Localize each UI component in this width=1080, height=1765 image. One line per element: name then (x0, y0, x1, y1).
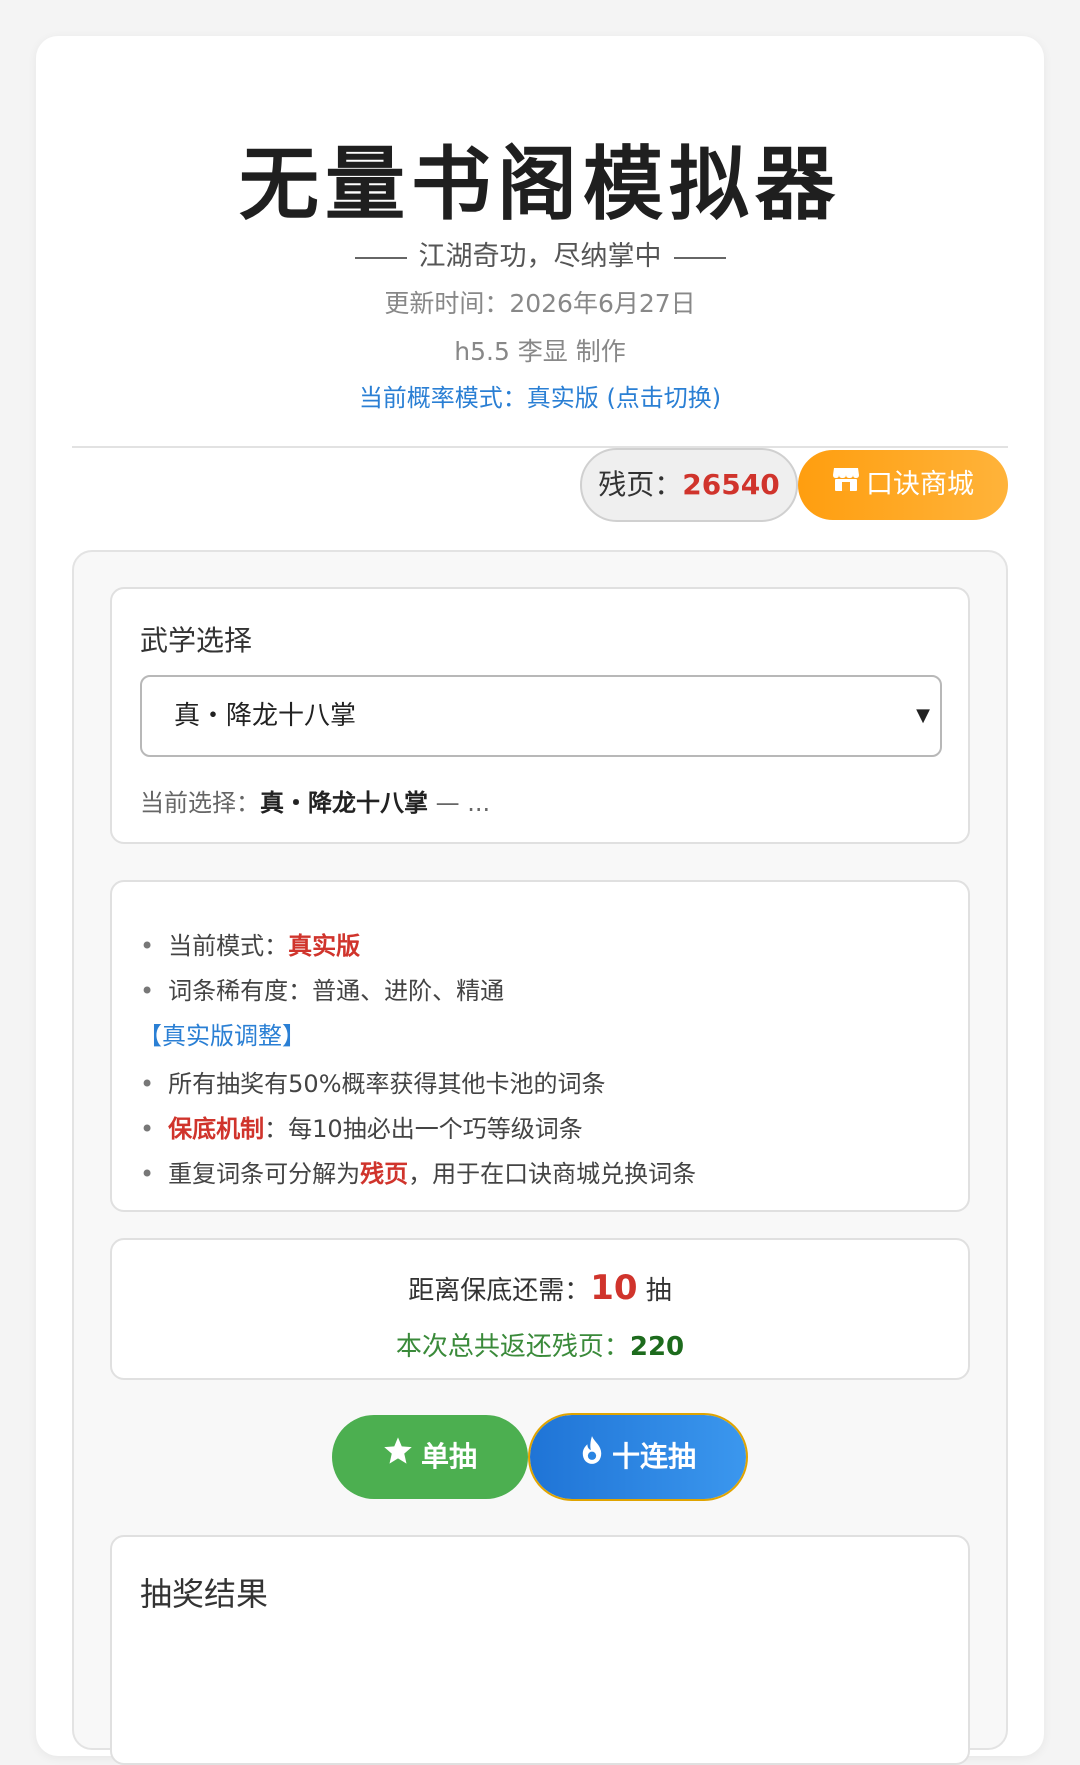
fire-icon (580, 1414, 604, 1498)
pity-label: 距离保底还需： (408, 1276, 591, 1306)
current-selection-label: 当前选择： (140, 789, 260, 817)
info-rarity-text: 词条稀有度：普通、进阶、精通 (168, 977, 505, 1005)
info-mode-value: 真实版 (288, 932, 361, 960)
info-rule3-pre: 重复词条可分解为 (168, 1160, 361, 1188)
header-divider (72, 446, 1008, 448)
refund-summary: 本次总共返还残页：220 (112, 1326, 968, 1363)
results-card: 抽奖结果 (110, 1535, 970, 1765)
subtitle-text: 江湖奇功，尽纳掌中 (418, 241, 662, 272)
bullet-icon: • (140, 932, 155, 960)
pity-count: 10 (590, 1268, 638, 1308)
info-mode-label: 当前模式： (168, 932, 289, 960)
fragments-label: 残页： (598, 468, 683, 501)
ten-draw-button[interactable]: 十连抽 (528, 1413, 748, 1501)
info-rule2-row: • 保底机制：每10抽必出一个巧等级词条 (140, 1109, 583, 1144)
current-selection: 当前选择：真・降龙十八掌 — ... (140, 783, 490, 818)
refund-label: 本次总共返还残页： (395, 1332, 630, 1362)
results-title: 抽奖结果 (140, 1575, 269, 1613)
fragments-value: 26540 (682, 468, 780, 501)
info-mode-row: • 当前模式：真实版 (140, 926, 360, 961)
info-rarity-row: • 词条稀有度：普通、进阶、精通 (140, 971, 504, 1006)
martial-select-card: 武学选择 真・降龙十八掌 ▼ 当前选择：真・降龙十八掌 — ... (110, 587, 970, 844)
info-rule2-text: ：每10抽必出一个巧等级词条 (264, 1115, 583, 1143)
shop-button[interactable]: 口诀商城 (798, 450, 1008, 520)
bullet-icon: • (140, 1160, 155, 1188)
shop-label: 口诀商城 (866, 469, 974, 500)
ten-draw-label: 十连抽 (611, 1440, 696, 1473)
current-selection-suffix: — ... (428, 789, 491, 817)
fragments-badge: 残页：26540 (580, 448, 798, 522)
info-rule2-bold: 保底机制 (168, 1115, 265, 1143)
pity-card: 距离保底还需：10 抽 本次总共返还残页：220 (110, 1238, 970, 1380)
info-rule1-row: • 所有抽奖有50%概率获得其他卡池的词条 (140, 1064, 606, 1099)
info-rule3-row: • 重复词条可分解为残页，用于在口诀商城兑换词条 (140, 1154, 696, 1189)
page-title: 无量书阁模拟器 (239, 138, 841, 231)
info-rule3-bold: 残页 (360, 1160, 409, 1188)
info-card: • 当前模式：真实版 • 词条稀有度：普通、进阶、精通 【真实版调整】 • 所有抽奖有… (110, 880, 970, 1212)
author-credit: h5.5 李显 制作 (454, 337, 626, 366)
store-icon (832, 449, 860, 519)
bullet-icon: • (140, 977, 155, 1005)
martial-select-value: 真・降龙十八掌 (174, 701, 357, 731)
subtitle-line-right (673, 256, 726, 259)
bullet-icon: • (140, 1115, 155, 1143)
single-draw-button[interactable]: 单抽 (332, 1415, 528, 1499)
single-draw-label: 单抽 (420, 1440, 477, 1473)
pity-counter: 距离保底还需：10 抽 (112, 1268, 968, 1308)
dropdown-arrow-icon: ▼ (916, 705, 930, 726)
info-rule3-post: ，用于在口诀商城兑换词条 (408, 1160, 697, 1188)
bullet-icon: • (140, 1070, 155, 1098)
update-time: 更新时间：2026年6月27日 (384, 289, 696, 318)
martial-select-label: 武学选择 (140, 624, 253, 657)
subtitle-line-left (354, 256, 407, 259)
refund-value: 220 (629, 1332, 685, 1362)
probability-mode-toggle[interactable]: 当前概率模式：真实版 (点击切换) (0, 378, 1080, 413)
star-icon (383, 1414, 413, 1498)
info-adjust-title: 【真实版调整】 (138, 1022, 306, 1050)
info-rule1-text: 所有抽奖有50%概率获得其他卡池的词条 (168, 1070, 606, 1098)
martial-select-dropdown[interactable]: 真・降龙十八掌 ▼ (140, 675, 942, 757)
pity-unit: 抽 (637, 1276, 672, 1306)
subtitle: 江湖奇功，尽纳掌中 (0, 234, 1080, 273)
current-selection-value: 真・降龙十八掌 (260, 789, 428, 817)
